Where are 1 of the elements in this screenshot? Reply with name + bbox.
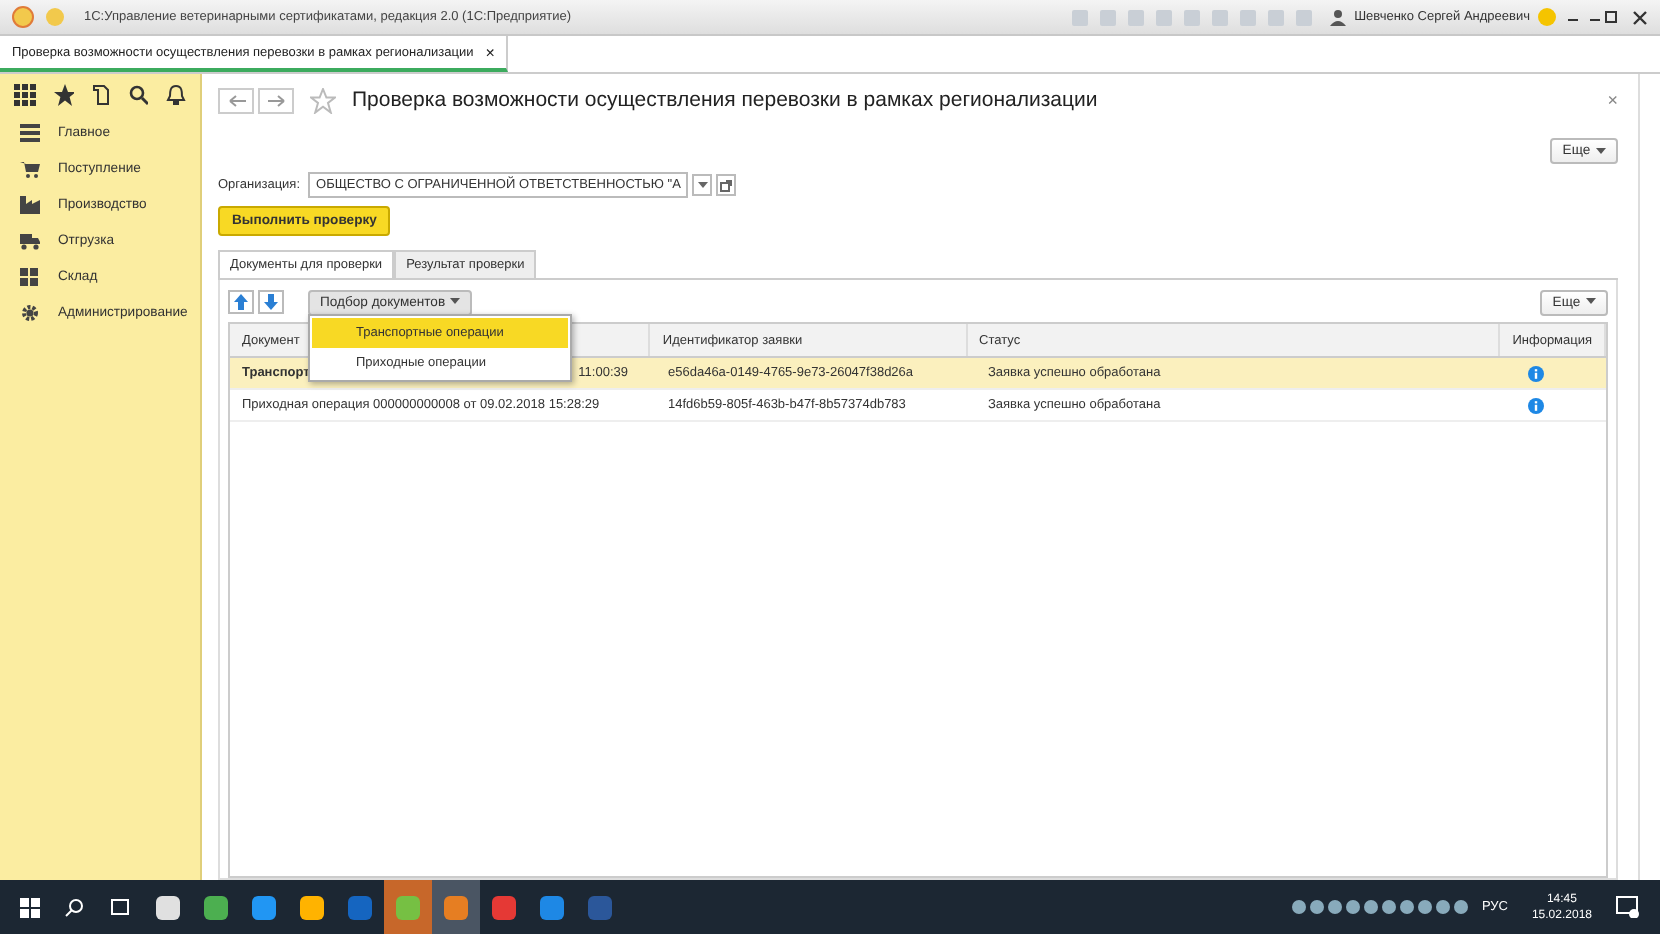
page-title: Проверка возможности осуществления перевозки в рамках регионализации [352, 88, 1098, 112]
